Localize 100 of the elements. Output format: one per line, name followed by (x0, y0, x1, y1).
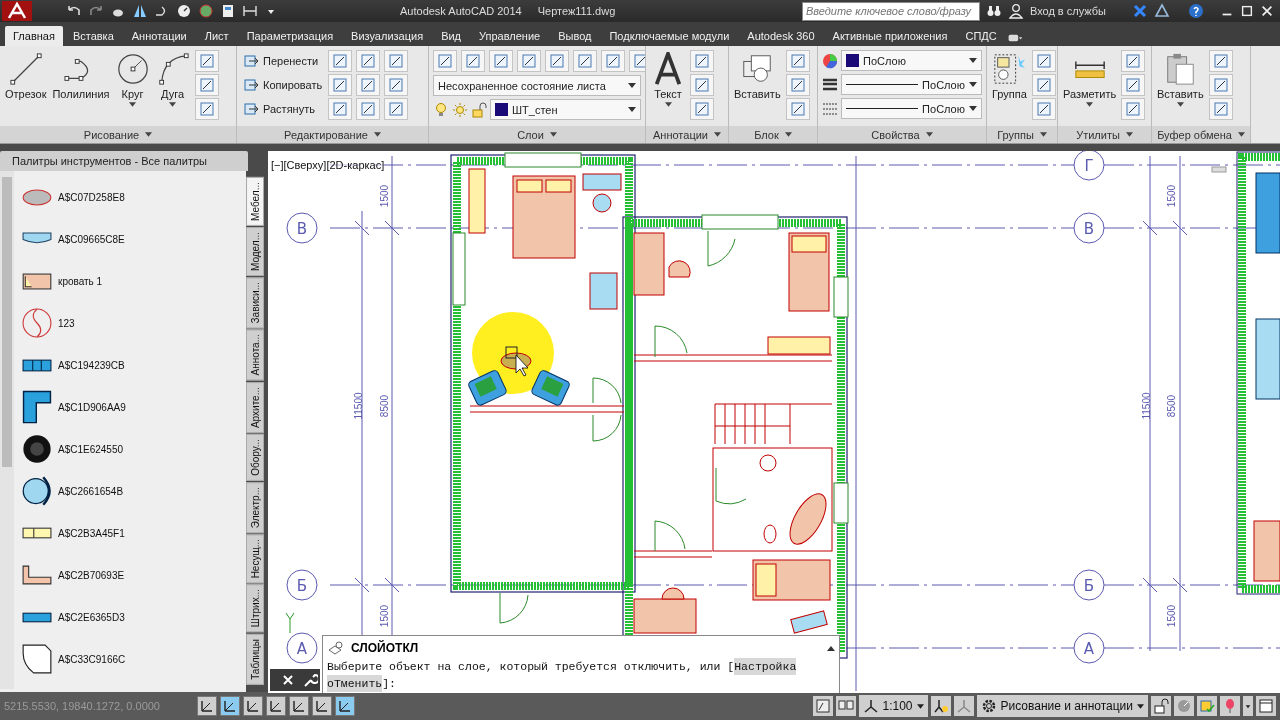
sign-in-link[interactable]: Вход в службы (1029, 5, 1106, 17)
command-option[interactable]: Настройка (734, 658, 797, 675)
scroll-up-icon[interactable] (827, 645, 835, 651)
panel-title-bar[interactable]: Свойства (818, 126, 986, 143)
palette-tab[interactable]: Штрих... (246, 584, 264, 633)
ribbon-button[interactable]: Полилиния (51, 50, 111, 102)
drawing-canvas[interactable]: В Б А Г В Б А 1500 11500 8500 1500 1500 11500 8500 1500 [−][Сверху][2D-каркас] СЛОЙОТКЛ Выберите объект на слое, который требуется отключить, или [Настройка оТменить]: (268, 151, 1280, 693)
workspace-button[interactable]: Рисование и аннотации (976, 695, 1148, 717)
dropdown[interactable]: ШТ_стен (490, 99, 641, 120)
status-toggle[interactable] (243, 696, 263, 716)
tool-icon (577, 53, 593, 69)
ribbon-button[interactable]: Вставить (733, 50, 782, 102)
scrollbar-thumb[interactable] (2, 177, 12, 467)
palette-item[interactable]: A$C07D258E8 (22, 181, 246, 213)
palette-item[interactable]: A$C1D906AA9 (22, 391, 246, 423)
dropdown[interactable]: ПоСлою (841, 74, 982, 95)
status-toggle[interactable] (197, 696, 217, 716)
palette-tab[interactable]: Модел... (246, 226, 264, 276)
triangle-icon[interactable] (1154, 3, 1170, 19)
maximize-icon[interactable] (1240, 4, 1254, 18)
ribbon-tab[interactable]: Аннотации (123, 26, 195, 46)
document-icon[interactable] (220, 3, 236, 19)
ribbon-button[interactable]: Круг (114, 50, 151, 109)
ribbon-tab[interactable]: Параметризация (238, 26, 342, 46)
ribbon-tab[interactable]: Управление (471, 26, 549, 46)
ribbon-button[interactable]: Дуга (154, 50, 191, 109)
palette-tab[interactable]: Архите... (246, 381, 264, 433)
ribbon-tab[interactable]: Вид (433, 26, 470, 46)
panel-title-bar[interactable]: Редактирование (237, 126, 428, 143)
command-option[interactable]: оТменить (327, 675, 383, 692)
bathtub-drawing (789, 493, 827, 545)
ribbon-tab[interactable]: Autodesk 360 (739, 26, 823, 46)
panel-title-bar[interactable]: Буфер обмена (1152, 126, 1250, 143)
palette-tab[interactable]: Таблицы (246, 633, 264, 685)
ribbon-button[interactable]: Вставить (1156, 50, 1205, 109)
ribbon-button[interactable]: Текст (650, 50, 686, 109)
user-icon[interactable] (1007, 3, 1024, 19)
viewcube-icon[interactable] (1211, 166, 1227, 173)
ribbon-tab[interactable]: Вывод (550, 26, 600, 46)
axis-marker: В (286, 212, 318, 244)
status-toggle[interactable] (312, 696, 332, 716)
palette-item[interactable]: A$C2B70693E (22, 559, 246, 591)
palette-item[interactable]: A$C1E624550 (22, 433, 246, 465)
pin-icon[interactable] (1220, 696, 1240, 716)
palette-item[interactable]: A$C2E6365D3 (22, 601, 246, 633)
ribbon-tab[interactable]: Лист (196, 26, 237, 46)
ribbon-tab[interactable]: Подключаемые модули (601, 26, 738, 46)
palette-item[interactable]: A$C33C9166C (22, 643, 246, 675)
binoculars-icon[interactable] (985, 3, 1002, 19)
palette-title-bar[interactable]: Палитры инструментов - Все палитры (0, 151, 248, 171)
ribbon-tab[interactable]: Главная (5, 26, 63, 46)
panel-title-bar[interactable]: Рисование (0, 126, 236, 143)
palette-tab[interactable]: Несущ... (246, 533, 264, 584)
palette-tab[interactable]: Обору... (246, 433, 264, 481)
status-toggle[interactable] (220, 696, 240, 716)
app-logo-icon[interactable] (2, 1, 32, 21)
unlocked-padlock-icon[interactable] (1151, 696, 1171, 716)
dropdown[interactable]: ПоСлою (841, 50, 982, 71)
gauge-icon[interactable] (176, 3, 192, 19)
help-icon[interactable] (1188, 3, 1204, 19)
coordinates: 5215.5530, 19840.1272, 0.0000 (4, 700, 161, 712)
palette-tab[interactable]: Зависи... (246, 276, 264, 329)
ribbon-button[interactable]: Разметить (1062, 50, 1118, 109)
palette-item[interactable]: A$C2B3A45F1 (22, 517, 246, 549)
panel-title-bar[interactable]: Утилиты (1058, 126, 1151, 143)
close-icon[interactable] (1260, 4, 1274, 18)
ribbon-tab[interactable]: СПДС (957, 26, 1005, 46)
palette-item[interactable]: 123 (22, 307, 246, 339)
mirror-icon[interactable] (132, 3, 148, 19)
wrench-icon[interactable] (302, 672, 318, 688)
panel-title-bar[interactable]: Группы (987, 126, 1057, 143)
x-logo-icon[interactable] (1132, 3, 1148, 19)
ribbon-button[interactable]: Отрезок (4, 50, 48, 102)
ribbon-button[interactable]: Перенести (241, 50, 325, 72)
palette-item[interactable]: кровать 1 (22, 265, 246, 297)
dropdown[interactable]: ПоСлою (841, 98, 982, 119)
panel-title-bar[interactable]: Аннотации (646, 126, 728, 143)
ribbon-button[interactable]: Группа (991, 50, 1028, 102)
status-toggle[interactable] (266, 696, 286, 716)
viewport-label[interactable]: [−][Сверху][2D-каркас] (271, 159, 385, 171)
ribbon-tab[interactable]: Визуализация (343, 26, 432, 46)
ribbon-tab[interactable]: Активные приложения (824, 26, 956, 46)
annotation-scale-button[interactable]: 1:100 (858, 695, 928, 717)
status-toggle[interactable] (289, 696, 309, 716)
ribbon-button[interactable]: Копировать (241, 74, 325, 96)
panel-title-bar[interactable]: Блок (729, 126, 817, 143)
ribbon-tab[interactable]: Вставка (64, 26, 122, 46)
palette-item[interactable]: A$C2661654B (22, 475, 246, 507)
ribbon-button[interactable]: Растянуть (241, 98, 325, 120)
status-toggle[interactable] (335, 696, 355, 716)
palette-item[interactable]: A$C09665C8E (22, 223, 246, 255)
search-field[interactable]: Введите ключевое слово/фразу (801, 1, 980, 21)
palette-tab[interactable]: Электр... (246, 481, 264, 533)
panel-title-bar[interactable]: Слои (429, 126, 645, 143)
palette-tab[interactable]: Аннота... (246, 329, 264, 381)
dropdown[interactable]: Несохраненное состояние листа (433, 75, 641, 96)
palette-item[interactable]: A$C194239CB (22, 349, 246, 381)
palette-tab[interactable]: Мебел... (246, 177, 264, 226)
dimension-icon[interactable] (242, 3, 258, 19)
axis-marker: В (1073, 212, 1105, 244)
